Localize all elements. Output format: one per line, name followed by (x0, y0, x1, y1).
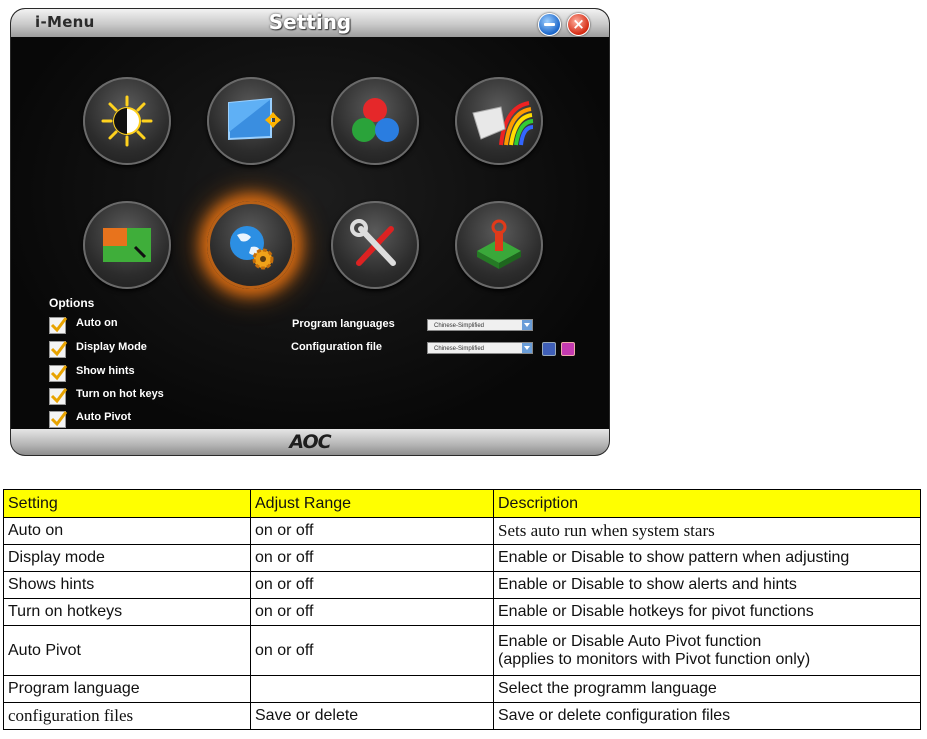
table-cell: on or off (250, 517, 494, 545)
window-title: Setting (268, 10, 352, 34)
select-value: Chinese-Simplified (434, 323, 485, 329)
table-row: Auto on on or off Sets auto run when sys… (3, 517, 921, 545)
table-cell (250, 675, 494, 703)
exit-icon (477, 219, 521, 269)
check-icon (50, 341, 68, 357)
option-label: Turn on hot keys (76, 388, 164, 400)
brand-logo: AOC (289, 431, 331, 453)
option-label: Auto on (76, 317, 118, 329)
table-cell: Select the programm language (493, 675, 921, 703)
option-label: Show hints (76, 365, 135, 377)
table-cell: on or off (250, 544, 494, 572)
table-row: Program language Select the programm lan… (3, 675, 921, 703)
table-cell: Shows hints (3, 571, 251, 599)
checkbox[interactable] (49, 388, 68, 405)
table-cell: Sets auto run when system stars (493, 517, 921, 545)
picture-boost-icon (472, 101, 534, 146)
chevron-down-icon (522, 320, 532, 330)
option-label: Auto Pivot (76, 411, 131, 423)
color-setup-icon (352, 98, 399, 142)
settings-table: Setting Adjust Range Description Auto on… (3, 489, 921, 730)
osd-setup-icon (103, 228, 151, 262)
table-row: Display mode on or off Enable or Disable… (3, 544, 921, 572)
picture-boost-button[interactable] (455, 77, 543, 165)
image-position-icon (228, 97, 281, 141)
program-languages-select[interactable]: Chinese-Simplified (427, 319, 533, 331)
exit-button[interactable] (455, 201, 543, 289)
title-bar[interactable]: i-Menu Setting × (11, 9, 609, 37)
check-icon (50, 317, 68, 333)
table-cell: Display mode (3, 544, 251, 572)
check-icon (50, 365, 68, 381)
table-row: Auto Pivot on or off Enable or Disable A… (3, 625, 921, 676)
checkbox[interactable] (49, 317, 68, 334)
table-cell: on or off (250, 625, 494, 676)
check-icon (50, 411, 68, 427)
table-cell: Save or delete configuration files (493, 702, 921, 730)
table-cell: on or off (250, 598, 494, 626)
table-cell: Auto on (3, 517, 251, 545)
checkbox[interactable] (49, 341, 68, 358)
color-setup-button[interactable] (331, 77, 419, 165)
table-cell: Enable or Disable Auto Pivot function (a… (493, 625, 921, 676)
table-cell: Enable or Disable to show alerts and hin… (493, 571, 921, 599)
table-cell: configuration files (3, 702, 251, 730)
table-cell: Turn on hotkeys (3, 598, 251, 626)
header-cell: Description (493, 489, 921, 518)
table-cell: Enable or Disable hotkeys for pivot func… (493, 598, 921, 626)
close-button[interactable]: × (567, 13, 590, 36)
tools-button[interactable] (331, 201, 419, 289)
minimize-button[interactable] (538, 13, 561, 36)
table-cell: Program language (3, 675, 251, 703)
select-value: Chinese-Simplified (434, 346, 485, 352)
chevron-down-icon (522, 343, 532, 353)
brightness-icon (101, 95, 153, 147)
table-row: Shows hints on or off Enable or Disable … (3, 571, 921, 599)
close-icon: × (572, 15, 585, 33)
table-cell: Auto Pivot (3, 625, 251, 676)
osd-setup-button[interactable] (83, 201, 171, 289)
check-icon (50, 388, 68, 404)
table-cell: Save or delete (250, 702, 494, 730)
footer-bar: AOC (11, 429, 609, 455)
header-cell: Adjust Range (250, 489, 494, 518)
table-cell: on or off (250, 571, 494, 599)
description-line: Enable or Disable Auto Pivot function (498, 632, 762, 650)
brightness-button[interactable] (83, 77, 171, 165)
description-line: (applies to monitors with Pivot function… (498, 650, 811, 668)
table-row: Turn on hotkeys on or off Enable or Disa… (3, 598, 921, 626)
imenu-window: i-Menu Setting × Options Auto on Display… (11, 9, 609, 455)
table-cell: Enable or Disable to show pattern when a… (493, 544, 921, 572)
setting-button[interactable] (207, 201, 295, 289)
checkbox[interactable] (49, 411, 68, 428)
table-row: configuration files Save or delete Save … (3, 702, 921, 730)
options-title: Options (49, 296, 95, 310)
delete-icon[interactable] (561, 342, 575, 356)
configuration-file-select[interactable]: Chinese-Simplified (427, 342, 533, 354)
tools-icon (350, 219, 396, 266)
configuration-file-label: Configuration file (291, 341, 383, 353)
save-icon[interactable] (542, 342, 556, 356)
settings-globe-icon (230, 226, 274, 270)
table-header-row: Setting Adjust Range Description (3, 489, 921, 518)
option-label: Display Mode (76, 341, 147, 353)
checkbox[interactable] (49, 365, 68, 382)
header-cell: Setting (3, 489, 251, 518)
program-languages-label: Program languages (292, 318, 395, 330)
image-position-button[interactable] (207, 77, 295, 165)
